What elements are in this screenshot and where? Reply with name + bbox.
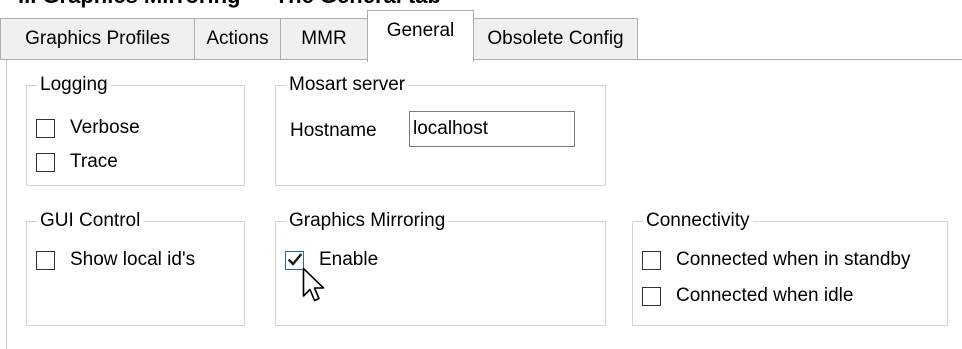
mosart-server-group: Mosart server Hostname localhost [275, 73, 606, 186]
connectivity-group-title: Connectivity [643, 209, 753, 233]
general-tab-screenshot: ... Graphics Mirroring — The General tab… [0, 0, 962, 349]
tab-actions[interactable]: Actions [194, 18, 281, 60]
tab-obsolete-config[interactable]: Obsolete Config [473, 18, 638, 60]
connected-standby-checkbox-row[interactable]: Connected when in standby [642, 247, 911, 273]
tab-strip: Graphics Profiles Actions MMR General Ob… [0, 0, 962, 62]
gui-control-group-title: GUI Control [37, 209, 144, 233]
logging-group-title: Logging [37, 73, 111, 97]
verbose-label: Verbose [70, 117, 140, 138]
enable-checkbox-row[interactable]: Enable [285, 247, 378, 273]
gui-control-group: GUI Control Show local id's [26, 209, 245, 326]
tab-graphics-profiles[interactable]: Graphics Profiles [0, 18, 195, 60]
connected-idle-checkbox-row[interactable]: Connected when idle [642, 283, 853, 309]
enable-label: Enable [319, 249, 379, 270]
show-local-ids-label: Show local id's [70, 249, 196, 270]
tab-panel-border [6, 60, 7, 349]
tab-mmr[interactable]: MMR [280, 18, 368, 60]
trace-checkbox[interactable] [36, 152, 55, 172]
connected-standby-checkbox[interactable] [642, 250, 661, 270]
trace-checkbox-row[interactable]: Trace [36, 149, 118, 175]
connected-idle-checkbox[interactable] [642, 286, 661, 306]
hostname-input[interactable]: localhost [409, 111, 575, 147]
tab-general[interactable]: General [367, 10, 474, 62]
connectivity-group: Connectivity Connected when in standby C… [632, 209, 948, 326]
connected-standby-label: Connected when in standby [676, 249, 911, 270]
show-local-ids-checkbox[interactable] [36, 250, 55, 270]
mouse-pointer-icon [302, 267, 325, 302]
logging-group: Logging Verbose Trace [26, 73, 245, 186]
checkmark-icon [287, 252, 303, 266]
hostname-label: Hostname [290, 120, 377, 141]
show-local-ids-checkbox-row[interactable]: Show local id's [36, 247, 195, 273]
connected-idle-label: Connected when idle [676, 285, 854, 306]
graphics-mirroring-group-title: Graphics Mirroring [286, 209, 449, 233]
mosart-server-group-title: Mosart server [286, 73, 409, 97]
trace-label: Trace [70, 151, 118, 172]
verbose-checkbox-row[interactable]: Verbose [36, 115, 140, 141]
tab-baseline [0, 59, 962, 60]
verbose-checkbox[interactable] [36, 118, 55, 138]
